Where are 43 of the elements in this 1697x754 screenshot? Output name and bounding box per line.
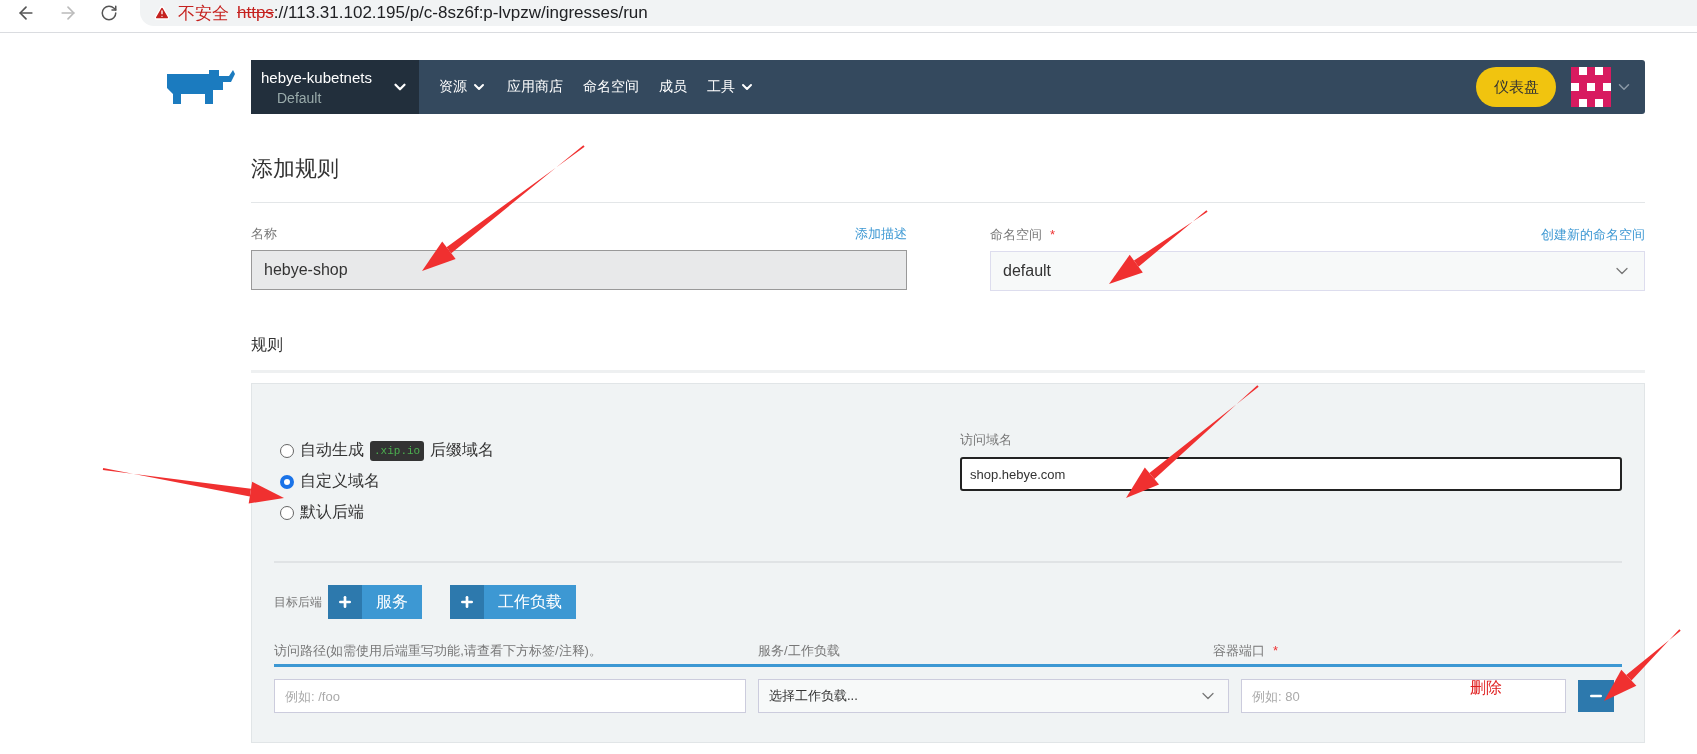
radio-button[interactable] (280, 443, 294, 458)
nav-menu-item[interactable]: 命名空间 (583, 78, 639, 96)
security-warning: 不安全 (178, 2, 229, 25)
namespace-select[interactable]: default (990, 251, 1645, 291)
column-header: 服务/工作负载 (758, 643, 840, 658)
name-field[interactable]: hebye-shop (251, 250, 907, 290)
field-label: 目标后端 (274, 593, 322, 611)
column-header: 访问路径(如需使用后端重写功能,请查看下方标签/注释)。 (274, 643, 602, 658)
reload-icon[interactable] (100, 4, 118, 22)
option-label: 默认后端 (300, 502, 364, 522)
code-snippet: .xip.io (370, 440, 425, 461)
plus-icon (459, 594, 475, 610)
page-title: 添加规则 (251, 154, 1645, 203)
required-mark: * (1050, 227, 1056, 242)
section-heading: 规则 (251, 335, 1645, 373)
field-label: 名称 (251, 225, 277, 243)
domain-field[interactable]: shop.hebye.com (960, 457, 1622, 491)
column-header: 容器端口 (1213, 643, 1265, 658)
required-mark: * (1273, 643, 1279, 658)
nav-menu-item[interactable]: 工具 (707, 78, 755, 96)
workload-select[interactable]: 选择工作负载... (758, 679, 1229, 713)
annotation-text: 删除 (1470, 678, 1502, 698)
radio-button[interactable] (280, 505, 294, 520)
plus-icon (337, 594, 353, 610)
path-field[interactable]: 例如: /foo (274, 679, 746, 713)
option-label: 后缀域名 (430, 440, 495, 460)
option-label: 自动生成 (300, 440, 364, 460)
cluster-name: hebye-kubetnets (261, 68, 372, 86)
warning-icon (154, 5, 170, 21)
nav-menu-item[interactable]: 成员 (659, 78, 687, 96)
user-avatar[interactable] (1571, 67, 1611, 107)
radio-button[interactable] (280, 474, 294, 489)
project-name: Default (277, 89, 323, 106)
url-text: https://113.31.102.195/p/c-8sz6f:p-lvpzw/ingresses/run (237, 3, 648, 23)
remove-button[interactable] (1578, 680, 1614, 712)
option-label: 自定义域名 (300, 471, 380, 491)
field-label: 命名空间 (990, 227, 1042, 242)
address-bar[interactable]: 不安全 https://113.31.102.195/p/c-8sz6f:p-lvpzw/ingresses/run (140, 0, 1697, 26)
cluster-switcher[interactable]: hebye-kubetnets Default (251, 60, 419, 114)
field-label: 访问域名 (960, 432, 1012, 447)
dashboard-button[interactable]: 仪表盘 (1476, 67, 1556, 107)
nav-menu-item[interactable]: 资源 (439, 78, 487, 96)
nav-menu-item[interactable]: 应用商店 (507, 78, 563, 96)
